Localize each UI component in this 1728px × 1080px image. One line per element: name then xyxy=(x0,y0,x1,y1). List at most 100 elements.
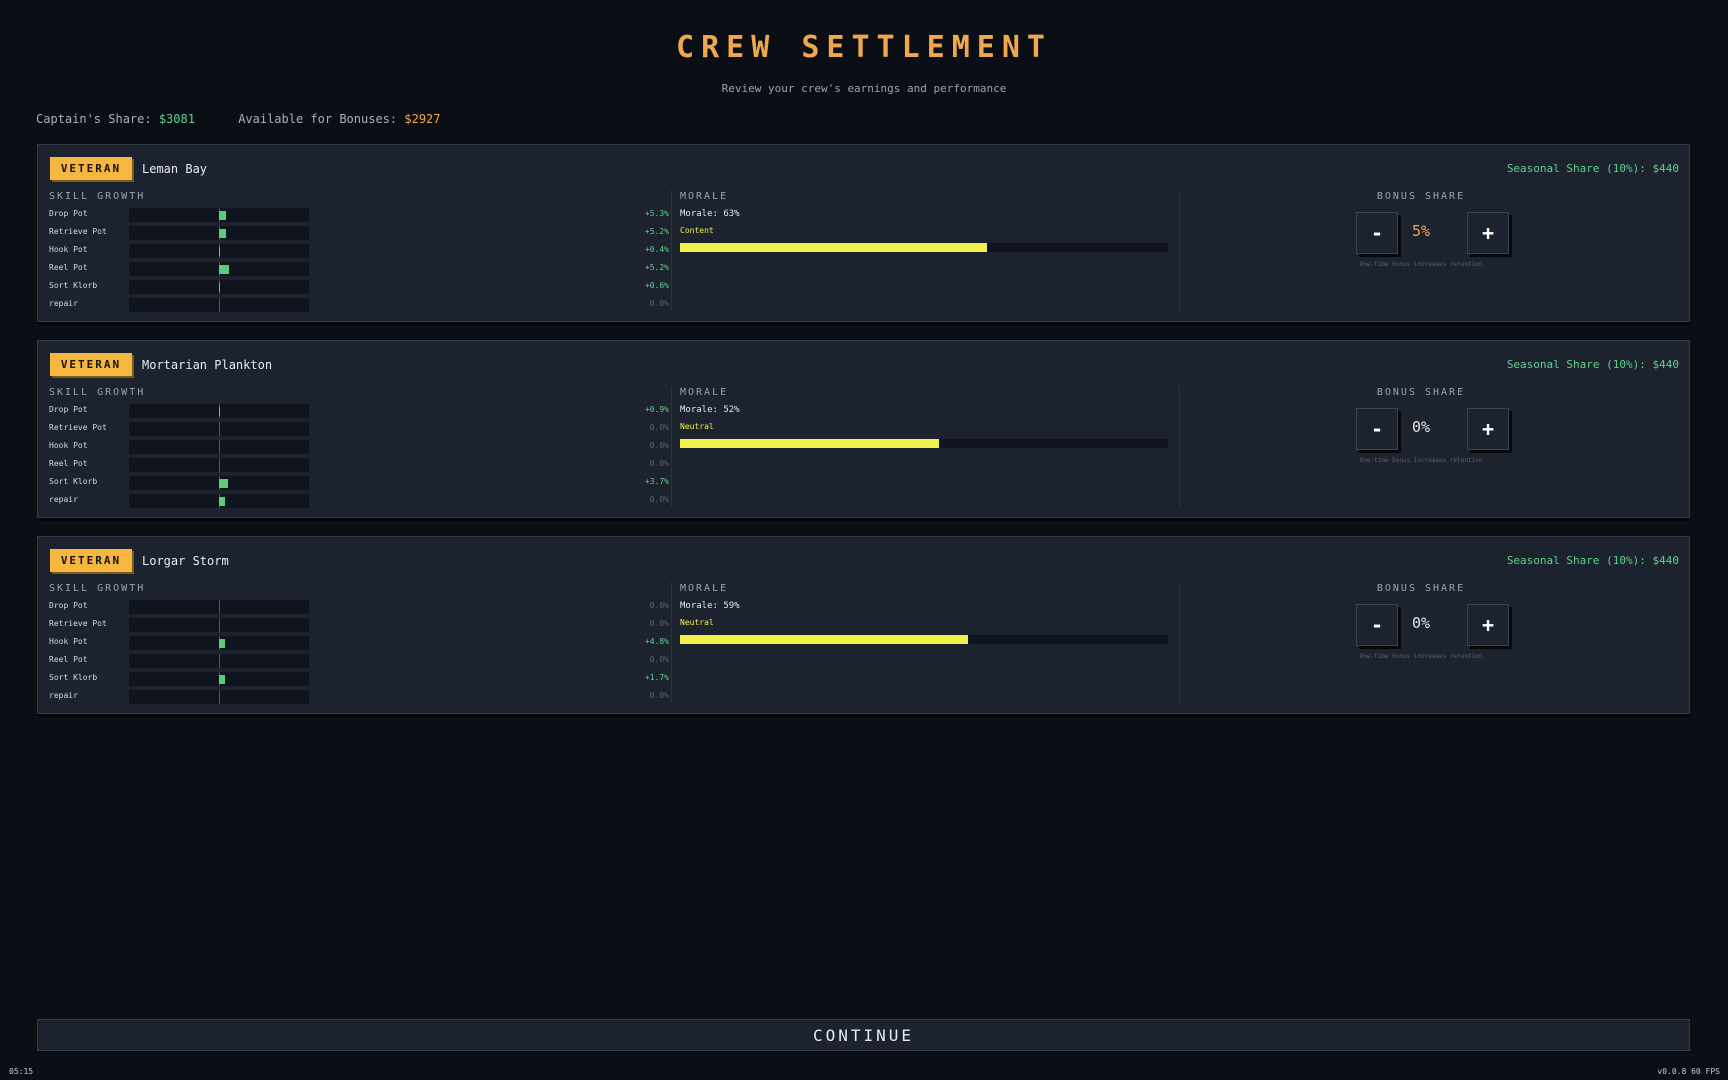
morale-bar xyxy=(680,439,1168,448)
skill-bar xyxy=(129,690,309,704)
bonus-share-heading: BONUS SHARE xyxy=(1376,583,1466,594)
skill-name: Retrieve Pot xyxy=(49,423,107,432)
skill-row: Sort Klorb +1.7% xyxy=(49,672,669,686)
divider xyxy=(1179,386,1180,507)
skill-bar-baseline xyxy=(219,600,220,614)
skill-name: Drop Pot xyxy=(49,209,88,218)
skill-row: Reel Pot 0.0% xyxy=(49,654,669,668)
skill-delta: 0.0% xyxy=(649,459,669,468)
skill-row: Reel Pot 0.0% xyxy=(49,458,669,472)
skill-bar xyxy=(129,208,309,222)
crew-card: VETERAN Lorgar Storm Seasonal Share (10%):… xyxy=(37,536,1690,714)
skill-bar xyxy=(129,600,309,614)
skill-bar xyxy=(129,440,309,454)
morale-bar-fill xyxy=(680,243,988,252)
skill-delta: +4.8% xyxy=(644,637,669,646)
morale-bar-fill xyxy=(680,439,939,448)
skill-delta: 0.0% xyxy=(649,691,669,700)
morale-state: Neutral xyxy=(680,618,714,627)
page-title: CREW SETTLEMENT xyxy=(676,30,1052,65)
bonus-increase-button[interactable]: + xyxy=(1467,212,1509,254)
skill-name: Reel Pot xyxy=(49,263,88,272)
divider xyxy=(671,190,672,311)
skill-name: Hook Pot xyxy=(49,245,88,254)
divider xyxy=(671,582,672,703)
continue-button[interactable]: CONTINUE xyxy=(37,1019,1690,1051)
rank-badge: VETERAN xyxy=(50,157,132,180)
skill-bar-fill xyxy=(219,639,226,648)
skill-bar-fill xyxy=(219,479,229,488)
skill-name: Reel Pot xyxy=(49,655,88,664)
skill-name: repair xyxy=(49,691,78,700)
skill-row: Hook Pot 0.0% xyxy=(49,440,669,454)
bonus-share-heading: BONUS SHARE xyxy=(1376,387,1466,398)
skill-name: Sort Klorb xyxy=(49,281,98,290)
skill-bar-baseline xyxy=(219,654,220,668)
skill-name: Hook Pot xyxy=(49,637,88,646)
skill-bar xyxy=(129,298,309,312)
bonus-percent: 0% xyxy=(1411,418,1431,436)
skill-delta: 0.0% xyxy=(649,423,669,432)
skill-bar xyxy=(129,672,309,686)
crew-card: VETERAN Mortarian Plankton Seasonal Share … xyxy=(37,340,1690,518)
skill-bar-fill xyxy=(219,211,227,220)
divider xyxy=(671,386,672,507)
captain-share-value: $3081 xyxy=(158,112,195,126)
bonus-hint: One-time bonus increases retention xyxy=(1359,653,1483,660)
divider xyxy=(1179,190,1180,311)
bonus-pool-label: Available for Bonuses: xyxy=(238,112,398,126)
morale-bar xyxy=(680,635,1168,644)
divider xyxy=(1179,582,1180,703)
morale-state: Neutral xyxy=(680,422,714,431)
morale-bar-fill xyxy=(680,635,968,644)
skill-delta: 0.0% xyxy=(649,619,669,628)
skill-row: Sort Klorb +3.7% xyxy=(49,476,669,490)
skill-bar xyxy=(129,280,309,294)
skill-name: Hook Pot xyxy=(49,441,88,450)
skill-row: Retrieve Pot +5.2% xyxy=(49,226,669,240)
morale-state: Content xyxy=(680,226,714,235)
version-fps-readout: v0.0.8 60 FPS xyxy=(1657,1067,1720,1076)
bonus-decrease-button[interactable]: - xyxy=(1356,408,1398,450)
crew-name: Mortarian Plankton xyxy=(142,358,273,372)
rank-badge: VETERAN xyxy=(50,549,132,572)
bonus-share-heading: BONUS SHARE xyxy=(1376,191,1466,202)
skill-bar-fill xyxy=(219,497,226,506)
crew-name: Lorgar Storm xyxy=(142,554,229,568)
morale-heading: MORALE xyxy=(680,387,729,398)
skill-delta: +3.7% xyxy=(644,477,669,486)
skill-bar-fill xyxy=(219,283,220,292)
skill-bar-fill xyxy=(219,247,220,256)
skill-name: Retrieve Pot xyxy=(49,227,107,236)
skill-bar xyxy=(129,618,309,632)
skill-delta: +5.3% xyxy=(644,209,669,218)
skill-name: Sort Klorb xyxy=(49,673,98,682)
skill-delta: +5.2% xyxy=(644,263,669,272)
skill-delta: +0.6% xyxy=(644,281,669,290)
skill-row: Hook Pot +0.4% xyxy=(49,244,669,258)
bonus-increase-button[interactable]: + xyxy=(1467,604,1509,646)
skill-growth-heading: SKILL GROWTH xyxy=(49,191,146,202)
skill-bar-fill xyxy=(219,407,221,416)
skill-name: Retrieve Pot xyxy=(49,619,107,628)
skill-name: repair xyxy=(49,495,78,504)
skill-delta: +0.9% xyxy=(644,405,669,414)
skill-row: Retrieve Pot 0.0% xyxy=(49,422,669,436)
skill-row: Reel Pot +5.2% xyxy=(49,262,669,276)
skill-row: Retrieve Pot 0.0% xyxy=(49,618,669,632)
bonus-decrease-button[interactable]: - xyxy=(1356,212,1398,254)
skill-bar xyxy=(129,244,309,258)
bonus-hint: One-time bonus increases retention xyxy=(1359,261,1483,268)
clock-readout: 05:15 xyxy=(9,1067,34,1076)
skill-row: Drop Pot +0.9% xyxy=(49,404,669,418)
bonus-increase-button[interactable]: + xyxy=(1467,408,1509,450)
skill-name: Reel Pot xyxy=(49,459,88,468)
seasonal-share: Seasonal Share (10%): $440 xyxy=(1506,554,1679,567)
skill-bar xyxy=(129,494,309,508)
skill-delta: +0.4% xyxy=(644,245,669,254)
skill-bar xyxy=(129,262,309,276)
skill-growth-heading: SKILL GROWTH xyxy=(49,387,146,398)
skill-bar xyxy=(129,404,309,418)
skill-delta: +5.2% xyxy=(644,227,669,236)
bonus-decrease-button[interactable]: - xyxy=(1356,604,1398,646)
